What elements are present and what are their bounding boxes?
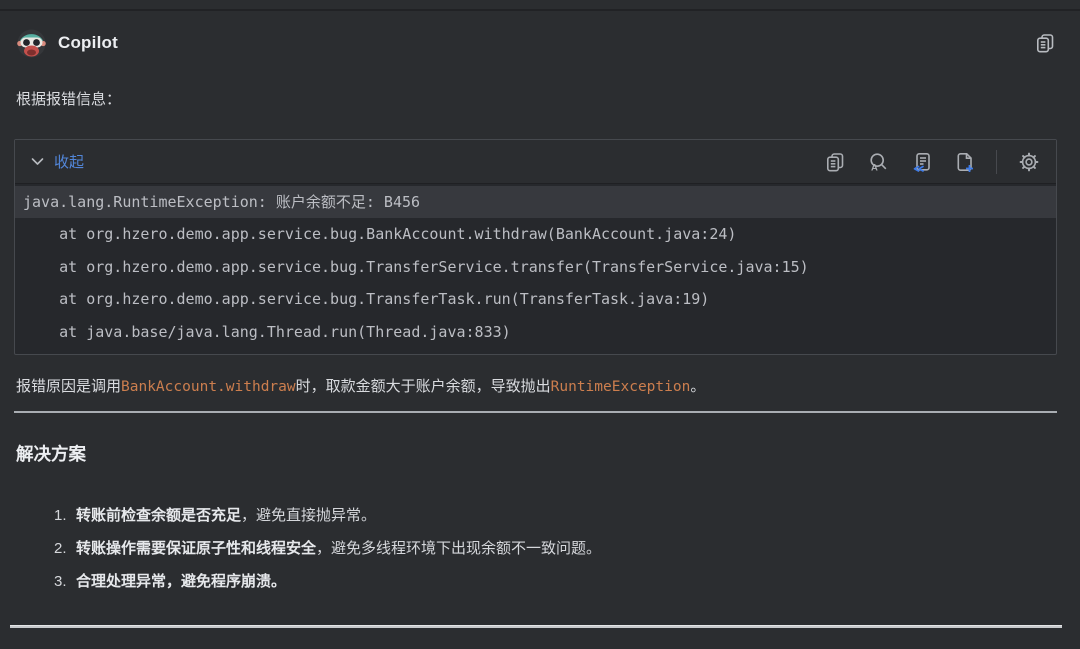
section-divider xyxy=(14,411,1057,413)
new-file-button[interactable] xyxy=(951,149,977,175)
inline-code-method: BankAccount.withdraw xyxy=(121,379,296,395)
stack-trace-code: java.lang.RuntimeException: 账户余额不足: B456… xyxy=(15,184,1056,354)
chat-header: Copilot xyxy=(16,27,1058,59)
stack-trace-line: java.lang.RuntimeException: 账户余额不足: B456 xyxy=(15,186,1056,218)
list-marker: 1. xyxy=(54,505,76,527)
stack-trace-line: at org.hzero.demo.app.service.bug.Transf… xyxy=(15,283,1056,315)
stack-trace-panel: 收起 A xyxy=(14,139,1057,355)
code-toolbar: A xyxy=(822,149,1042,175)
list-text: 合理处理异常，避免程序崩溃。 xyxy=(76,571,286,593)
solution-heading: 解决方案 xyxy=(16,441,86,466)
explanation-text: 。 xyxy=(690,378,705,395)
collapse-label: 收起 xyxy=(54,151,84,172)
top-divider xyxy=(0,9,1080,11)
list-item: 1. 转账前检查余额是否充足，避免直接抛异常。 xyxy=(54,505,1050,527)
bottom-divider xyxy=(10,625,1062,628)
solution-list: 1. 转账前检查余额是否充足，避免直接抛异常。 2. 转账操作需要保证原子性和线… xyxy=(54,505,1050,604)
copy-code-button[interactable] xyxy=(822,149,848,175)
svg-text:A: A xyxy=(871,162,878,173)
stack-trace-panel-header: 收起 A xyxy=(15,140,1056,184)
assistant-name: Copilot xyxy=(58,33,118,53)
copy-response-button[interactable] xyxy=(1032,30,1058,56)
error-explanation: 报错原因是调用BankAccount.withdraw时，取款金额大于账户余额，… xyxy=(16,376,705,398)
copilot-avatar-icon xyxy=(16,28,47,59)
list-text: 转账前检查余额是否充足，避免直接抛异常。 xyxy=(76,505,376,527)
list-item: 2. 转账操作需要保证原子性和线程安全，避免多线程环境下出现余额不一致问题。 xyxy=(54,538,1050,560)
chevron-down-icon xyxy=(31,157,44,166)
copilot-chat-response: Copilot 根据报错信息： 收起 xyxy=(0,0,1080,649)
intro-text: 根据报错信息： xyxy=(16,88,121,109)
insert-to-editor-button[interactable] xyxy=(908,149,934,175)
settings-gear-icon[interactable] xyxy=(1016,149,1042,175)
stack-trace-line: at java.base/java.lang.Thread.run(Thread… xyxy=(15,316,1056,348)
explanation-text: 报错原因是调用 xyxy=(16,378,121,395)
list-marker: 2. xyxy=(54,538,76,560)
collapse-toggle[interactable]: 收起 xyxy=(31,151,84,172)
list-text: 转账操作需要保证原子性和线程安全，避免多线程环境下出现余额不一致问题。 xyxy=(76,538,601,560)
inline-code-exception: RuntimeException xyxy=(551,379,691,395)
list-marker: 3. xyxy=(54,571,76,593)
find-icon[interactable]: A xyxy=(865,149,891,175)
toolbar-divider xyxy=(996,150,997,174)
stack-trace-line: at org.hzero.demo.app.service.bug.Transf… xyxy=(15,251,1056,283)
list-item: 3. 合理处理异常，避免程序崩溃。 xyxy=(54,571,1050,593)
explanation-text: 时，取款金额大于账户余额，导致抛出 xyxy=(296,378,551,395)
stack-trace-line: at org.hzero.demo.app.service.bug.BankAc… xyxy=(15,218,1056,250)
